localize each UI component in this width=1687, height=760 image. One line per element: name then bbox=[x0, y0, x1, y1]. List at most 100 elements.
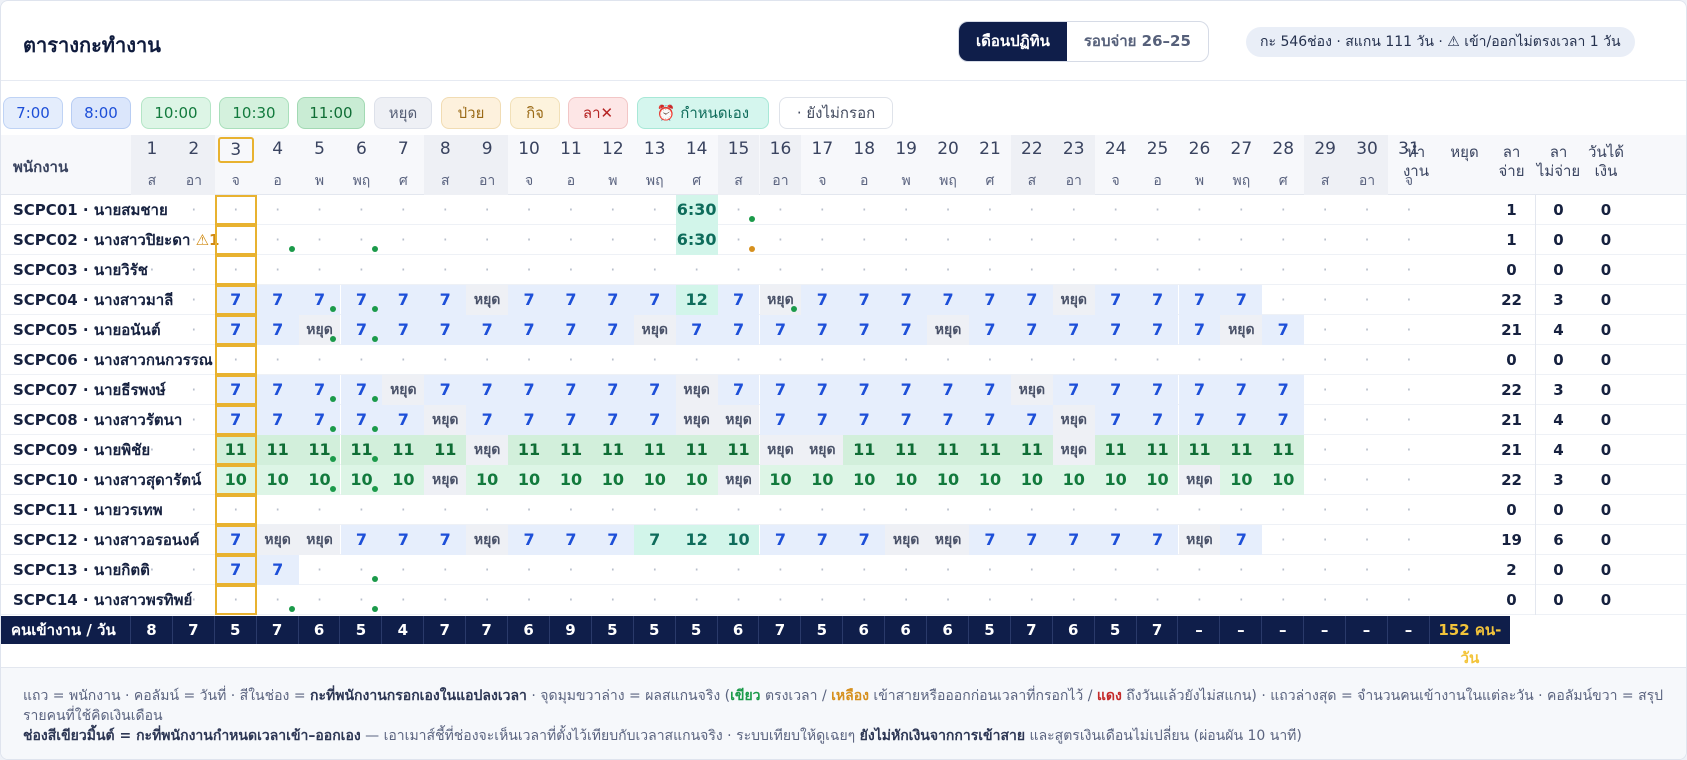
shift-cell[interactable]: 7 bbox=[214, 375, 257, 405]
shift-cell[interactable]: 10 bbox=[1010, 465, 1053, 495]
shift-cell[interactable]: 10 bbox=[843, 465, 886, 495]
day-header-8[interactable]: 8ส bbox=[424, 135, 467, 195]
shift-cell[interactable]: · bbox=[508, 495, 550, 525]
shift-cell[interactable]: · bbox=[1262, 255, 1304, 285]
shift-cell[interactable]: · bbox=[215, 255, 257, 285]
shift-cell[interactable]: 7 bbox=[256, 555, 299, 585]
shift-cell[interactable]: · bbox=[843, 585, 885, 615]
shift-cell[interactable]: · bbox=[1304, 435, 1346, 465]
shift-cell[interactable]: · bbox=[927, 195, 969, 225]
shift-cell[interactable]: · bbox=[131, 255, 173, 285]
shift-cell[interactable]: · bbox=[131, 495, 173, 525]
shift-cell[interactable]: 11 bbox=[550, 435, 592, 465]
shift-cell[interactable]: · bbox=[885, 495, 927, 525]
shift-cell[interactable]: 12 bbox=[675, 525, 718, 555]
legend-chip-cnone[interactable]: · ยังไม่กรอก bbox=[779, 97, 893, 129]
shift-cell[interactable]: 7 bbox=[927, 375, 969, 405]
shift-cell[interactable]: 11 bbox=[298, 435, 341, 465]
shift-cell[interactable]: 10 bbox=[1136, 465, 1179, 495]
shift-cell[interactable]: · bbox=[1179, 495, 1221, 525]
shift-cell[interactable]: · bbox=[1137, 255, 1179, 285]
shift-cell[interactable]: · bbox=[760, 345, 802, 375]
shift-cell[interactable]: · bbox=[131, 315, 173, 345]
shift-cell[interactable]: · bbox=[1095, 195, 1137, 225]
shift-cell[interactable]: 7 bbox=[759, 375, 802, 405]
shift-cell[interactable]: · bbox=[550, 225, 592, 255]
shift-cell[interactable]: · bbox=[1388, 315, 1430, 345]
shift-cell[interactable]: หยุด bbox=[927, 315, 969, 345]
shift-cell[interactable]: · bbox=[550, 585, 592, 615]
shift-cell[interactable]: · bbox=[1137, 495, 1179, 525]
shift-cell[interactable]: 10 bbox=[382, 465, 425, 495]
shift-cell[interactable]: 10 bbox=[927, 465, 969, 495]
shift-cell[interactable]: 7 bbox=[969, 285, 1011, 315]
shift-cell[interactable]: · bbox=[676, 585, 718, 615]
shift-cell[interactable]: 7 bbox=[1220, 375, 1263, 405]
shift-cell[interactable]: · bbox=[341, 345, 383, 375]
shift-cell[interactable]: · bbox=[257, 255, 299, 285]
day-header-25[interactable]: 25 อ bbox=[1137, 135, 1179, 195]
day-header-4[interactable]: 4อ bbox=[257, 135, 299, 195]
shift-cell[interactable]: 7 bbox=[508, 315, 550, 345]
shift-cell[interactable]: · bbox=[1137, 345, 1179, 375]
shift-cell[interactable]: 7 bbox=[1052, 375, 1095, 405]
legend-chip-ccust[interactable]: ⏰ กำหนดเอง bbox=[637, 97, 769, 129]
legend-chip-c10[interactable]: 10:00 bbox=[141, 97, 211, 129]
shift-cell[interactable]: · bbox=[1011, 345, 1053, 375]
shift-cell[interactable]: · bbox=[131, 375, 173, 405]
shift-cell[interactable]: · bbox=[1220, 255, 1262, 285]
shift-cell[interactable]: หยุด bbox=[759, 435, 802, 465]
shift-cell[interactable]: · bbox=[969, 585, 1011, 615]
shift-cell[interactable]: · bbox=[1262, 225, 1304, 255]
shift-cell[interactable]: · bbox=[676, 255, 718, 285]
shift-cell[interactable]: 7 bbox=[591, 525, 634, 555]
shift-cell[interactable]: · bbox=[1388, 435, 1430, 465]
shift-cell[interactable]: 7 bbox=[633, 375, 676, 405]
shift-cell[interactable]: 7 bbox=[256, 375, 299, 405]
shift-cell[interactable]: · bbox=[466, 195, 508, 225]
shift-cell[interactable]: · bbox=[843, 195, 885, 225]
day-header-2[interactable]: 2 อา bbox=[172, 135, 215, 195]
shift-cell[interactable]: · bbox=[1053, 195, 1095, 225]
shift-cell[interactable]: 7 bbox=[424, 315, 467, 345]
shift-cell[interactable]: · bbox=[173, 225, 215, 255]
shift-cell[interactable]: 10 bbox=[759, 465, 802, 495]
shift-cell[interactable]: หยุด bbox=[298, 315, 341, 345]
shift-cell[interactable]: · bbox=[382, 495, 424, 525]
shift-cell[interactable]: 7 bbox=[1010, 405, 1053, 435]
shift-cell[interactable]: · bbox=[1011, 495, 1053, 525]
shift-cell[interactable]: · bbox=[592, 255, 634, 285]
shift-cell[interactable]: · bbox=[1304, 525, 1346, 555]
shift-cell[interactable]: 10 bbox=[298, 465, 341, 495]
day-header-9[interactable]: 9 อา bbox=[466, 135, 509, 195]
shift-cell[interactable]: หยุด bbox=[1052, 405, 1095, 435]
shift-cell[interactable]: 11 bbox=[591, 435, 634, 465]
shift-cell[interactable]: 11 bbox=[1262, 435, 1305, 465]
shift-cell[interactable]: 10 bbox=[550, 465, 592, 495]
shift-cell[interactable]: · bbox=[550, 255, 592, 285]
shift-cell[interactable]: · bbox=[1137, 585, 1179, 615]
day-header-28[interactable]: 28 ศ bbox=[1262, 135, 1304, 195]
shift-cell[interactable]: 7 bbox=[591, 315, 634, 345]
shift-cell[interactable]: · bbox=[382, 555, 424, 585]
day-header-7[interactable]: 7ศ bbox=[382, 135, 424, 195]
shift-cell[interactable]: 6:30 bbox=[675, 195, 718, 225]
shift-cell[interactable]: 11 bbox=[927, 435, 969, 465]
shift-cell[interactable]: 7 bbox=[1220, 405, 1263, 435]
shift-cell[interactable]: · bbox=[1011, 555, 1053, 585]
shift-cell[interactable]: 7 bbox=[633, 525, 676, 555]
shift-cell[interactable]: · bbox=[173, 405, 215, 435]
shift-cell[interactable]: · bbox=[760, 585, 802, 615]
shift-cell[interactable]: 7 bbox=[298, 375, 341, 405]
shift-cell[interactable]: · bbox=[760, 555, 802, 585]
shift-cell[interactable]: 7 bbox=[214, 525, 257, 555]
shift-cell[interactable]: · bbox=[801, 585, 843, 615]
shift-cell[interactable]: · bbox=[1011, 255, 1053, 285]
day-header-19[interactable]: 19 พ bbox=[885, 135, 927, 195]
shift-cell[interactable]: · bbox=[173, 465, 215, 495]
shift-cell[interactable]: · bbox=[299, 255, 341, 285]
shift-cell[interactable]: 7 bbox=[801, 525, 844, 555]
shift-cell[interactable]: · bbox=[131, 405, 173, 435]
shift-cell[interactable]: 7 bbox=[1178, 375, 1221, 405]
day-header-29[interactable]: 29 ส bbox=[1304, 135, 1347, 195]
